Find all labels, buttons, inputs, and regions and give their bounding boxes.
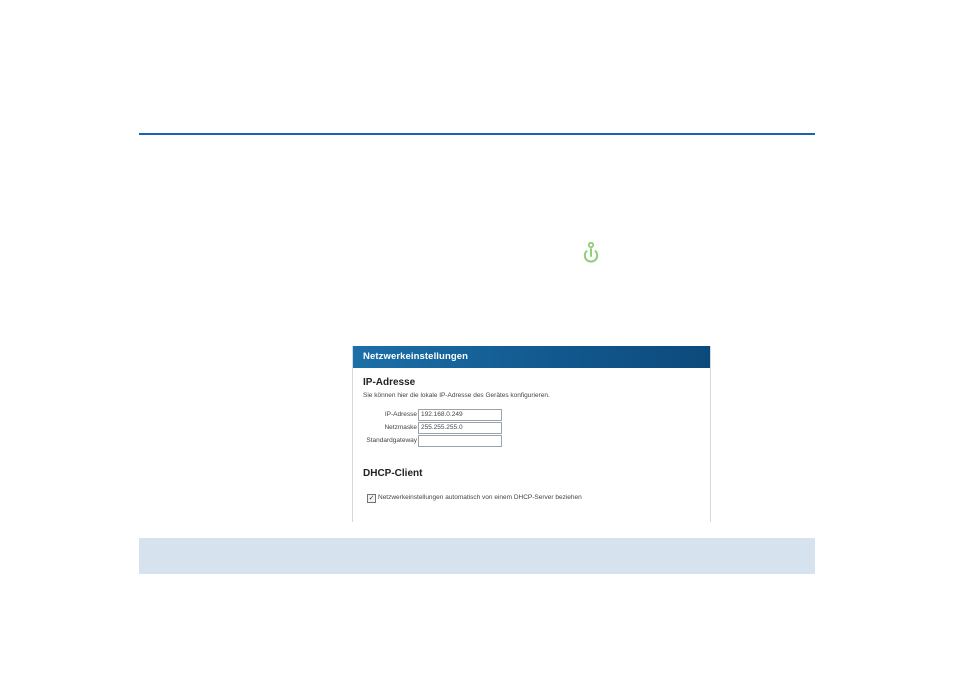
bottom-band	[139, 538, 815, 574]
network-settings-panel: Netzwerkeinstellungen IP-Adresse Sie kön…	[352, 346, 711, 522]
ip-address-row: IP-Adresse 192.168.0.249	[353, 409, 553, 421]
netmask-input[interactable]: 255.255.255.0	[418, 422, 502, 434]
dhcp-checkbox-label: Netzwerkeinstellungen automatisch von ei…	[378, 494, 582, 501]
checkmark-icon: ✓	[368, 495, 375, 502]
gateway-row: Standardgateway	[353, 435, 553, 447]
top-divider-line	[139, 133, 815, 135]
dhcp-checkbox[interactable]: ✓	[367, 494, 376, 503]
dhcp-section-heading: DHCP-Client	[363, 468, 423, 479]
netmask-label: Netzmaske	[384, 424, 417, 431]
ip-address-input[interactable]: 192.168.0.249	[418, 409, 502, 421]
power-icon	[582, 241, 600, 264]
gateway-label: Standardgateway	[366, 437, 417, 444]
ip-section-description: Sie können hier die lokale IP-Adresse de…	[363, 392, 550, 399]
netmask-row: Netzmaske 255.255.255.0	[353, 422, 553, 434]
ip-address-label: IP-Adresse	[384, 411, 417, 418]
gateway-input[interactable]	[418, 435, 502, 447]
panel-title: Netzwerkeinstellungen	[353, 346, 710, 368]
ip-section-heading: IP-Adresse	[363, 377, 416, 388]
